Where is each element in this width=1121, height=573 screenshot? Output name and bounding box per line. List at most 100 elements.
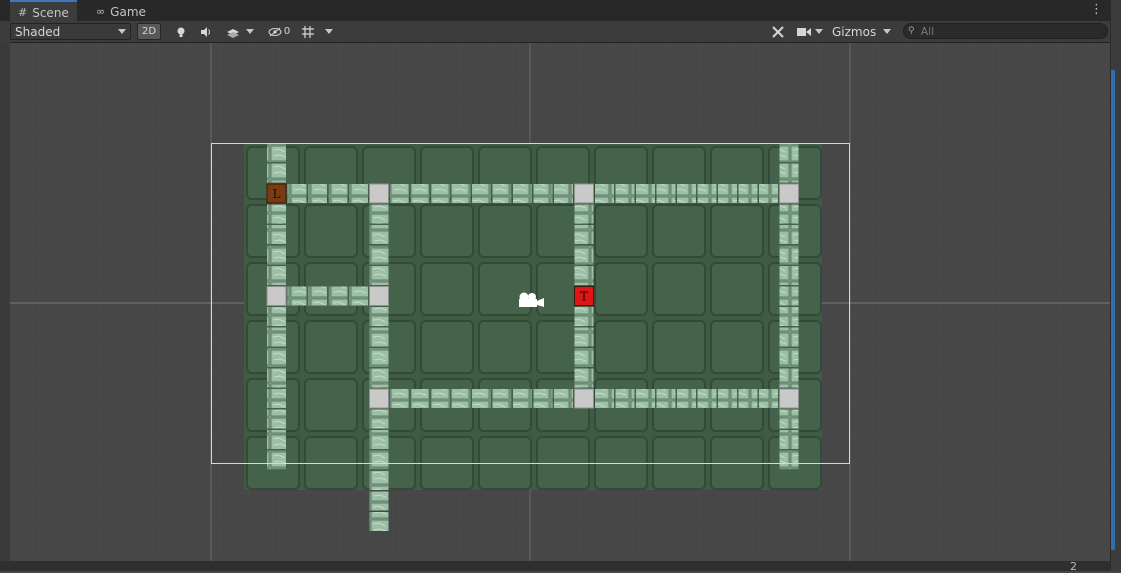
wall-tile [451,184,471,203]
shading-mode-dropdown[interactable]: Shaded [10,23,131,40]
wall-tile [697,389,717,408]
hidden-objects-toggle[interactable]: 0 [264,23,294,40]
wall-tile [267,163,286,183]
chevron-down-icon [815,29,823,34]
wall-tile [431,184,450,203]
wall-tile [369,409,389,429]
wall-tile [267,450,286,470]
junction-tile [574,388,594,409]
eye-slash-icon [268,27,282,36]
wall-tile [410,184,430,203]
wall-tile [267,368,286,388]
wall-tile [779,286,799,306]
wall-tile [472,389,491,408]
wall-tile [574,368,594,388]
wall-tile [369,225,389,244]
wall-tile [267,307,286,326]
junction-tile [369,388,389,409]
wall-tile [390,389,409,408]
wall-tile [779,409,799,429]
marker-t-tile-label: T [580,290,588,304]
hidden-count: 0 [283,26,291,37]
wall-tile [328,286,348,306]
status-count: 2 [1070,560,1077,573]
gizmos-button[interactable]: Gizmos [828,23,876,40]
scene-viewport[interactable]: LT [10,43,1111,561]
wall-tile [369,307,389,326]
wall-tile [759,389,778,408]
junction-tile [779,388,799,409]
wall-tile [369,512,389,531]
wall-tile [718,184,737,203]
lighting-toggle-button[interactable] [170,23,192,40]
wall-tile [267,266,286,285]
search-icon: ⚲ [908,26,915,36]
scrollbar-highlight [1111,70,1115,550]
effects-dropdown[interactable] [220,23,260,40]
search-input[interactable] [920,24,1091,38]
wall-tile [513,389,532,408]
wall-tile [697,184,717,203]
wall-tile [779,307,799,326]
wall-tile [431,389,450,408]
gizmos-label: Gizmos [832,24,877,39]
wall-tile [779,245,799,265]
wall-tile [656,389,676,408]
wall-tile [390,184,409,203]
scene-canvas[interactable]: LT [10,43,1111,561]
wall-tile [636,184,655,203]
grid-icon: # [18,6,28,19]
wall-tile [738,389,758,408]
wall-tile [595,184,614,203]
junction-tile [369,286,389,306]
junction-tile [779,183,799,204]
toggle-2d-button[interactable]: 2D [137,23,161,40]
wall-tile [533,184,553,203]
wall-tile [779,143,799,162]
more-options-icon[interactable]: ⋮ [1090,2,1103,17]
tools-button[interactable] [767,23,789,40]
scene-toolbar: Shaded 2D 0 Gizmos ⚲ [0,21,1121,43]
wall-tile [267,143,286,162]
wall-tile [779,225,799,244]
wall-tile [574,245,594,265]
wall-tile [779,368,799,388]
wall-tile [513,184,532,203]
wall-tile [369,450,389,470]
wall-tile [287,184,307,203]
wall-tile [267,245,286,265]
wall-tile [574,307,594,326]
wall-tile [677,389,696,408]
wall-tile [656,184,676,203]
wall-tile [574,225,594,244]
wall-tile [492,389,512,408]
gizmos-dropdown[interactable] [878,23,896,40]
wall-tile [574,204,594,224]
wall-tile [308,184,327,203]
chevron-down-icon [325,29,333,34]
wall-tile [574,348,594,367]
marker-l-tile-label: L [273,187,281,201]
gamepad-icon: ∞ [96,5,106,18]
hierarchy-search[interactable]: ⚲ [903,23,1108,39]
wall-tile [574,327,594,347]
tab-game[interactable]: ∞ Game [88,2,154,21]
wall-tile [677,184,696,203]
wall-tile [369,204,389,224]
wall-tile [267,430,286,449]
wall-tile [369,368,389,388]
grid-toggle-button[interactable] [297,23,319,40]
wall-tile [349,286,368,306]
tab-scene[interactable]: # Scene [10,0,77,23]
audio-toggle-button[interactable] [195,23,217,40]
wall-tile [615,184,635,203]
bottom-strip: 2 [0,560,1111,573]
wall-tile [267,409,286,429]
speaker-icon [201,26,210,37]
toggle-2d-label: 2D [141,26,157,37]
scene-camera-dropdown[interactable] [794,23,826,40]
wall-tile [369,491,389,511]
right-scrollbar[interactable] [1110,0,1121,571]
grid-options-dropdown[interactable] [320,23,338,40]
tab-game-label: Game [110,4,146,19]
